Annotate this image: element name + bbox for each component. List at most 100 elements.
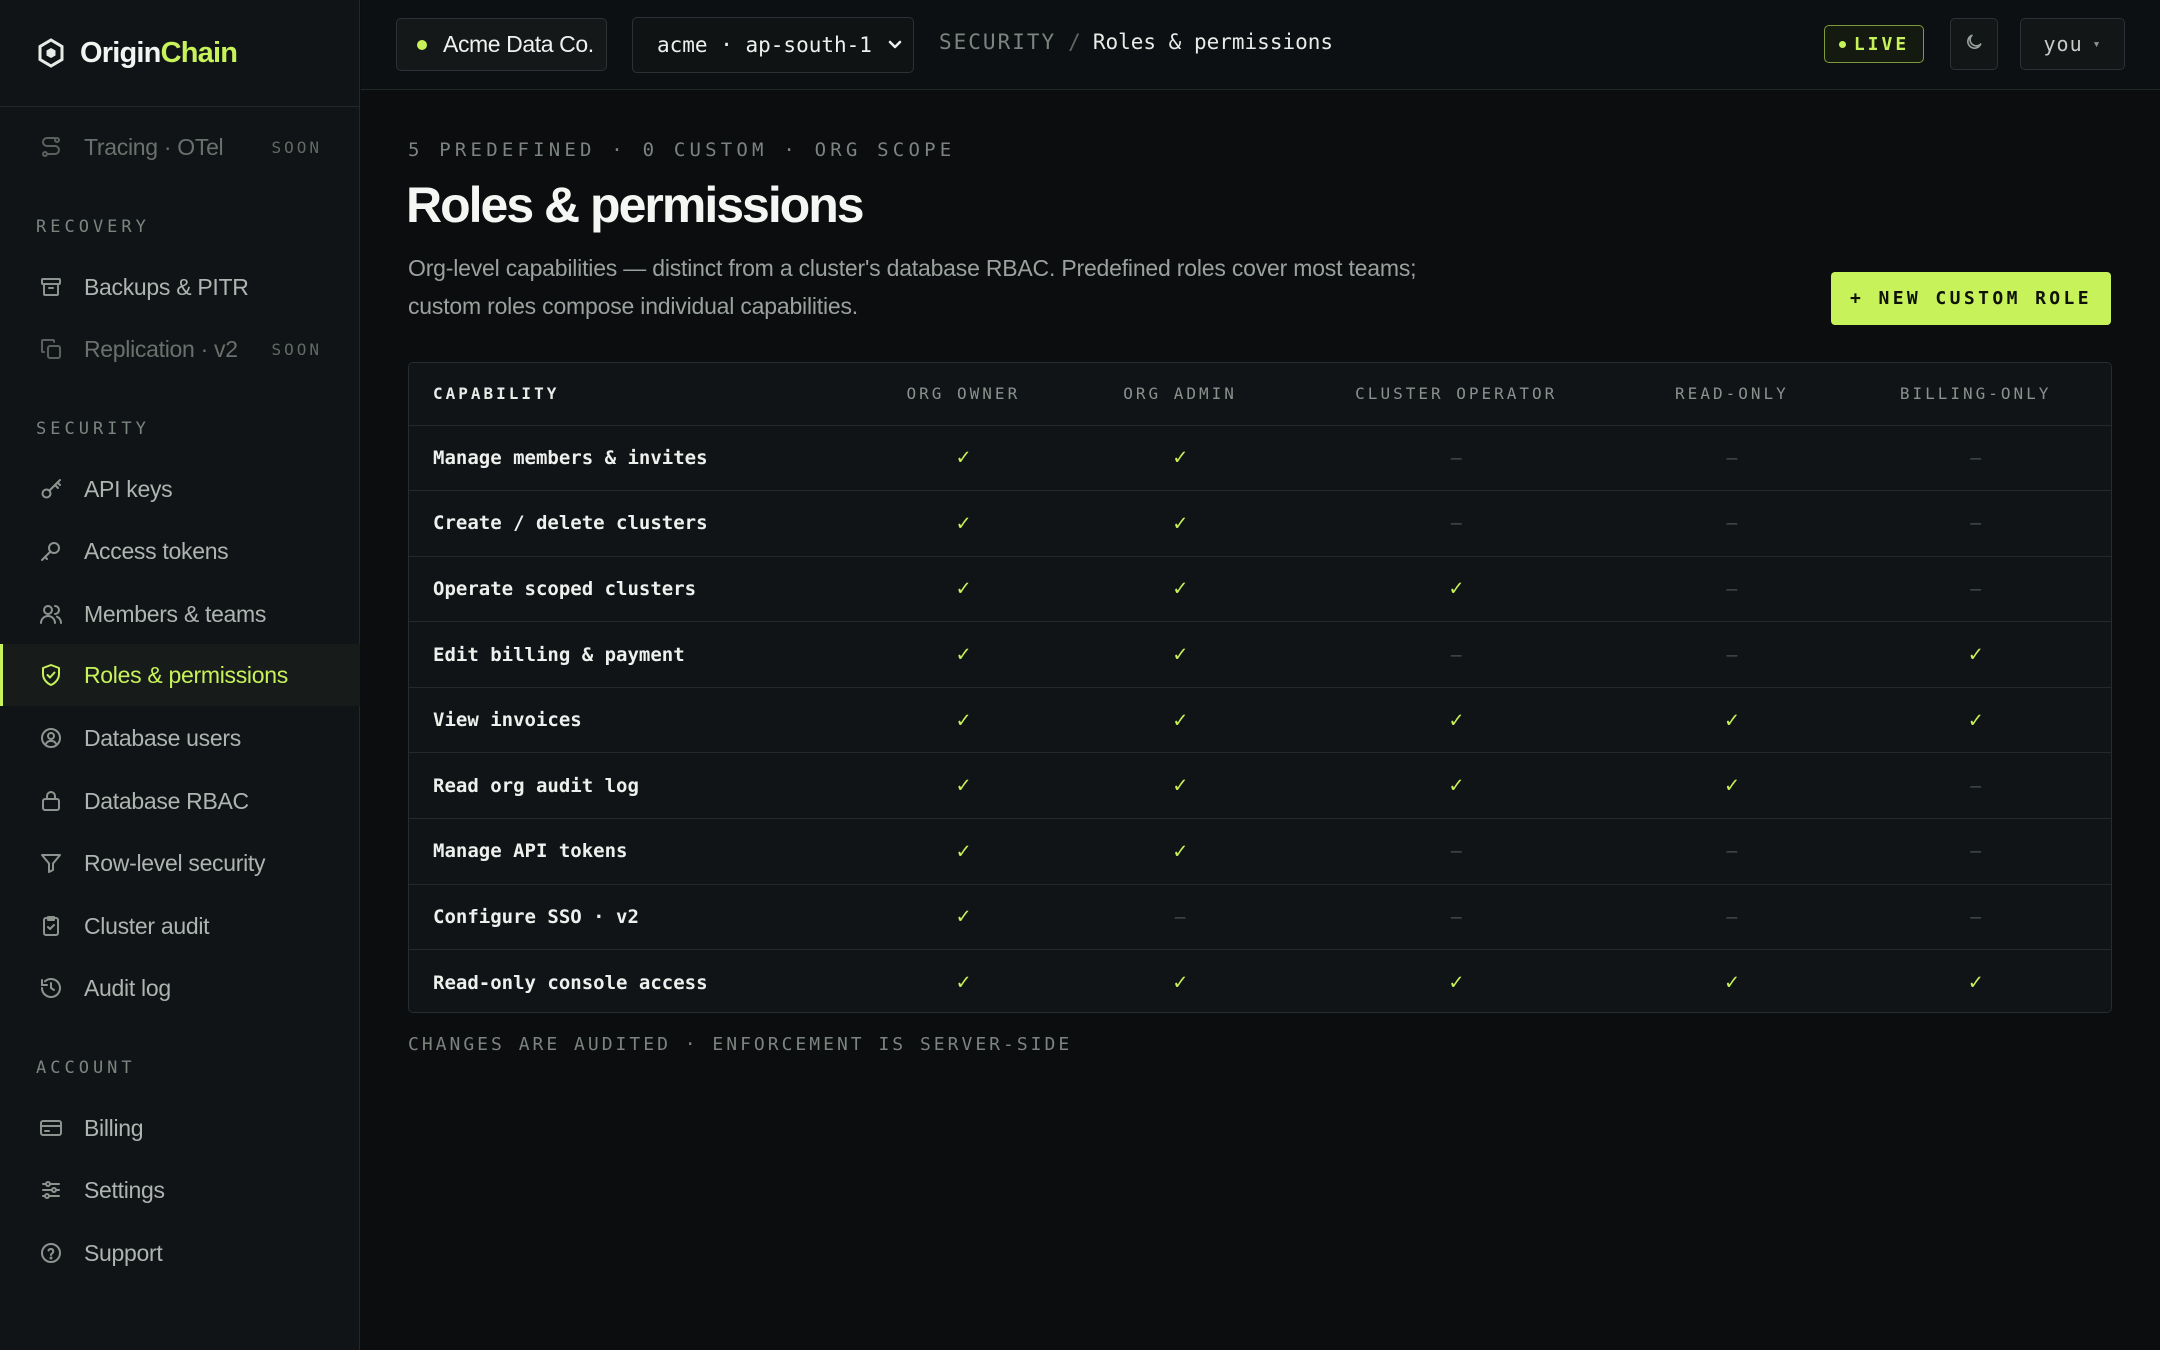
check-icon: ✓ (1173, 838, 1187, 864)
sidebar-item-members-teams[interactable]: Members & teams (0, 583, 360, 645)
dash-icon: — (1970, 775, 1982, 797)
sidebar-item-row-level-security[interactable]: Row-level security (0, 832, 360, 894)
check-icon: ✓ (1449, 970, 1463, 996)
check-icon: ✓ (1173, 445, 1187, 471)
page-title: Roles & permissions (406, 177, 865, 233)
permissions-table: CAPABILITY ORG OWNER ORG ADMIN CLUSTER O… (408, 362, 2112, 1013)
check-icon: ✓ (956, 445, 970, 471)
brand[interactable]: OriginChain (0, 0, 359, 107)
chevron-down-icon (885, 34, 905, 61)
live-label: LIVE (1853, 33, 1910, 55)
dash-icon: — (1450, 906, 1462, 928)
permission-cell: — (1288, 621, 1624, 688)
permission-cell: ✓ (1623, 687, 1841, 754)
sidebar-item-api-keys[interactable]: API keys (0, 458, 360, 520)
sidebar-item-replication[interactable]: Replication · v2 SOON (0, 318, 360, 380)
user-menu-button[interactable]: you ▾ (2020, 18, 2125, 70)
check-icon: ✓ (1969, 642, 1983, 668)
dash-icon: — (1174, 906, 1186, 928)
sidebar-item-billing[interactable]: Billing (0, 1097, 360, 1159)
check-icon: ✓ (1173, 773, 1187, 799)
column-header-cluster-operator: CLUSTER OPERATOR (1288, 363, 1624, 426)
token-icon (38, 538, 64, 564)
sidebar-item-label: Replication · v2 (84, 335, 238, 362)
sidebar-item-access-tokens[interactable]: Access tokens (0, 520, 360, 582)
clipboard-check-icon (38, 913, 64, 939)
check-icon: ✓ (1969, 970, 1983, 996)
column-header-read-only: READ-ONLY (1623, 363, 1841, 426)
check-icon: ✓ (1173, 510, 1187, 536)
moon-icon (1964, 32, 1984, 57)
check-icon: ✓ (1173, 707, 1187, 733)
permission-cell: — (1288, 425, 1624, 492)
org-name: Acme Data Co. (443, 31, 594, 57)
sidebar-item-database-rbac[interactable]: Database RBAC (0, 770, 360, 832)
capability-name: Create / delete clusters (409, 490, 856, 557)
new-custom-role-button[interactable]: + NEW CUSTOM ROLE (1831, 272, 2111, 325)
sidebar-item-database-users[interactable]: Database users (0, 707, 360, 769)
user-circle-icon (38, 725, 64, 751)
dash-icon: — (1970, 578, 1982, 600)
dash-icon: — (1726, 447, 1738, 469)
breadcrumb-section[interactable]: SECURITY (939, 30, 1056, 54)
sidebar-item-support[interactable]: Support (0, 1222, 360, 1284)
sidebar-item-label: Support (84, 1239, 163, 1266)
dash-icon: — (1970, 513, 1982, 535)
check-icon: ✓ (1725, 773, 1739, 799)
dash-icon: — (1450, 644, 1462, 666)
column-header-org-admin: ORG ADMIN (1071, 363, 1289, 426)
permission-cell: — (1840, 818, 2111, 885)
permission-cell: ✓ (1288, 556, 1624, 623)
permission-cell: ✓ (1288, 687, 1624, 754)
audit-footnote: CHANGES ARE AUDITED · ENFORCEMENT IS SER… (408, 1034, 1073, 1055)
permission-cell: ✓ (1288, 752, 1624, 820)
table-row: Manage members & invites ✓ ✓ — — — (409, 425, 2111, 492)
permission-cell: ✓ (855, 687, 1072, 754)
check-icon: ✓ (956, 904, 970, 930)
permission-cell: — (1623, 621, 1841, 688)
permission-cell: ✓ (1071, 950, 1289, 1012)
sidebar-item-label: Row-level security (84, 849, 266, 876)
dash-icon: — (1726, 841, 1738, 863)
permission-cell: ✓ (1071, 818, 1289, 885)
permission-cell: — (1840, 490, 2111, 557)
caret-down-icon: ▾ (2092, 36, 2102, 52)
sidebar-item-settings[interactable]: Settings (0, 1159, 360, 1221)
permission-cell: ✓ (1840, 950, 2111, 1012)
region-select[interactable]: acme · ap-south-1 (632, 17, 914, 73)
theme-toggle-button[interactable] (1950, 18, 1998, 70)
section-label-account: ACCOUNT (36, 1058, 136, 1078)
sidebar-item-roles-permissions[interactable]: Roles & permissions (0, 644, 360, 706)
org-switcher[interactable]: Acme Data Co. (396, 18, 607, 71)
live-status-badge: LIVE (1824, 25, 1924, 63)
check-icon: ✓ (1725, 707, 1739, 733)
users-icon (38, 601, 64, 627)
permission-cell: — (1071, 884, 1289, 951)
check-icon: ✓ (956, 576, 970, 602)
check-icon: ✓ (956, 707, 970, 733)
soon-badge: SOON (271, 339, 322, 359)
page-eyebrow: 5 PREDEFINED · 0 CUSTOM · ORG SCOPE (408, 139, 956, 161)
table-row: Edit billing & payment ✓ ✓ — — ✓ (409, 621, 2111, 688)
sidebar-item-cluster-audit[interactable]: Cluster audit (0, 895, 360, 957)
capability-name: Manage API tokens (409, 818, 856, 885)
sidebar-item-label: Database RBAC (84, 787, 249, 814)
sidebar-item-label: Cluster audit (84, 912, 210, 939)
sidebar-item-backups[interactable]: Backups & PITR (0, 256, 360, 318)
help-circle-icon (38, 1240, 64, 1266)
column-header-billing-only: BILLING-ONLY (1840, 363, 2111, 426)
sidebar-item-audit-log[interactable]: Audit log (0, 957, 360, 1019)
sidebar-item-label: Backups & PITR (84, 273, 249, 300)
check-icon: ✓ (1449, 707, 1463, 733)
check-icon: ✓ (1969, 707, 1983, 733)
permission-cell: ✓ (1840, 687, 2111, 754)
sidebar-item-tracing[interactable]: Tracing · OTel SOON (0, 116, 360, 178)
table-row: View invoices ✓ ✓ ✓ ✓ ✓ (409, 687, 2111, 754)
permission-cell: ✓ (1624, 950, 1841, 1012)
permission-cell: — (1623, 425, 1841, 492)
user-label: you (2043, 32, 2083, 56)
capability-name: View invoices (409, 687, 856, 754)
permission-cell: — (1288, 884, 1624, 951)
dash-icon: — (1450, 841, 1462, 863)
org-status-dot (417, 39, 427, 50)
